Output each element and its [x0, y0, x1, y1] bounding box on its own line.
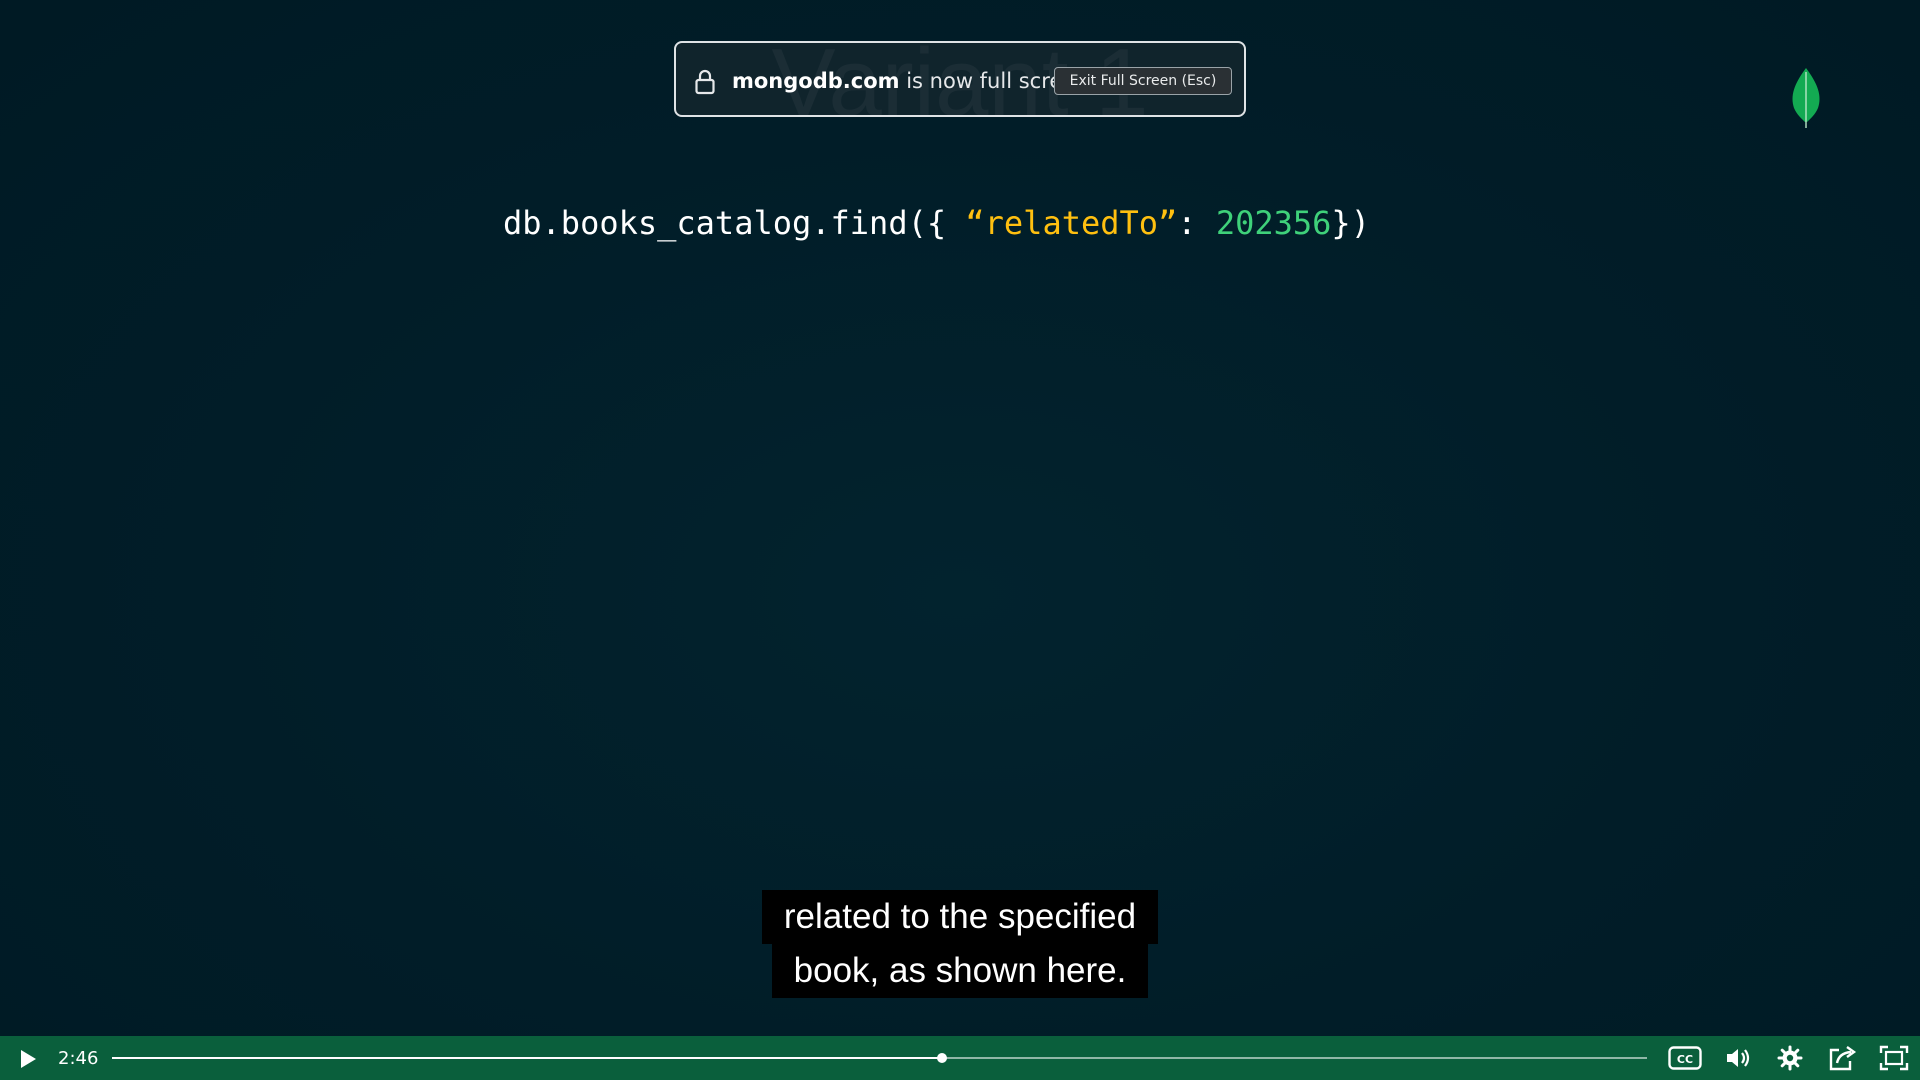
current-time: 2:46 [58, 1048, 99, 1069]
fullscreen-message: mongodb.com is now full screen [732, 69, 1089, 93]
exit-fullscreen-button[interactable]: Exit Full Screen (Esc) [1054, 67, 1232, 95]
lock-icon [695, 69, 715, 95]
play-icon[interactable] [14, 1046, 40, 1072]
video-frame: Variant 1 mongodb.com is now full screen… [0, 0, 1920, 1080]
player-controls: 2:46 CC [0, 1036, 1920, 1080]
code-separator: : [1177, 204, 1216, 242]
caption-line-1: related to the specified [761, 890, 1159, 944]
mongodb-leaf-icon [1792, 68, 1820, 128]
code-query: db.books_catalog.find({ “relatedTo”: 202… [503, 204, 1370, 242]
code-number: 202356 [1215, 204, 1332, 242]
subtitle-caption: related to the specified book, as shown … [0, 890, 1920, 998]
svg-text:CC: CC [1677, 1053, 1693, 1066]
caption-line-2: book, as shown here. [771, 944, 1149, 998]
gear-icon[interactable] [1776, 1044, 1804, 1072]
share-icon[interactable] [1827, 1044, 1857, 1072]
closed-captions-icon[interactable]: CC [1668, 1046, 1702, 1070]
code-prefix: db.books_catalog.find({ [503, 204, 966, 242]
progress-bar[interactable] [112, 1053, 1647, 1063]
progress-fill [112, 1057, 943, 1059]
progress-handle[interactable] [937, 1053, 948, 1063]
code-suffix: }) [1331, 204, 1370, 242]
fullscreen-notice: mongodb.com is now full screen Exit Full… [674, 41, 1246, 117]
fullscreen-icon[interactable] [1879, 1045, 1909, 1071]
fullscreen-domain: mongodb.com [732, 69, 900, 93]
code-key-string: “relatedTo” [965, 204, 1178, 242]
volume-icon[interactable] [1724, 1045, 1754, 1071]
